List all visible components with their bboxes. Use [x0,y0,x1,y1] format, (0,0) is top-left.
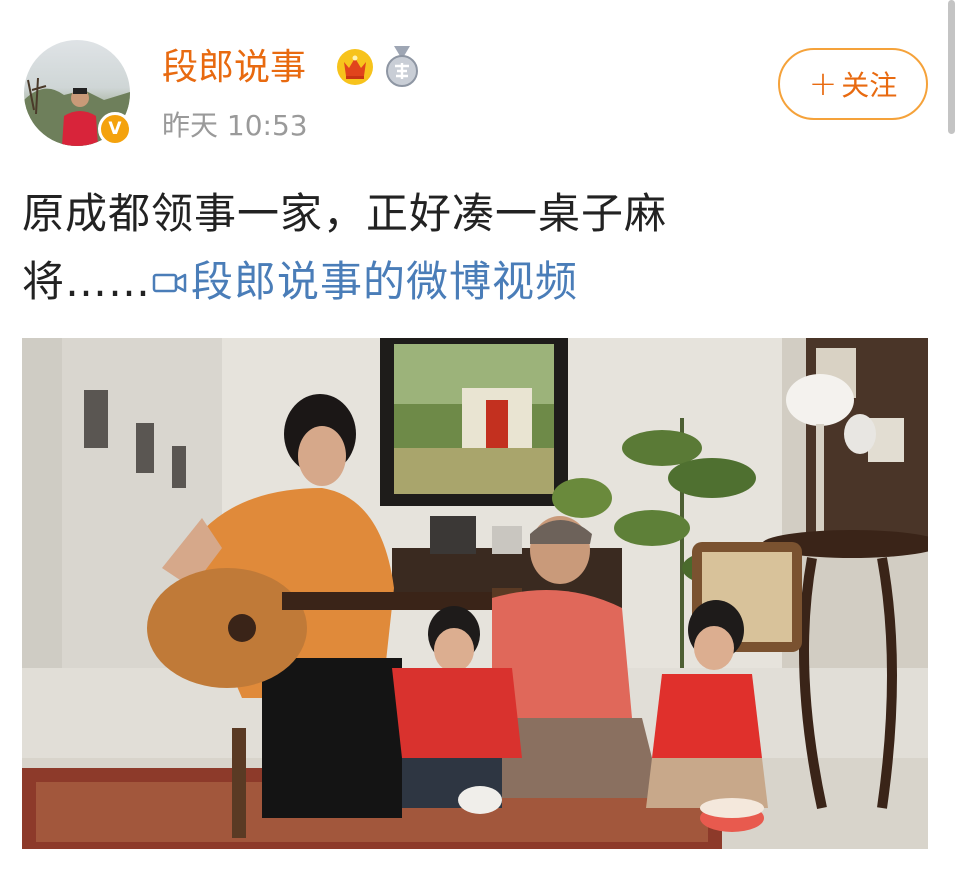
author-name[interactable]: 段郎说事 [162,46,306,90]
crown-icon[interactable] [336,48,374,86]
follow-button[interactable]: + 关注 [778,48,928,120]
post-text: 原成都领事一家，正好凑一桌子麻 将…… 段郎说事的微博视频 [22,180,922,316]
video-camera-icon [152,273,187,292]
post-time: 昨天 10:53 [162,109,308,142]
medal-icon[interactable] [384,46,420,88]
post-text-line-1: 原成都领事一家，正好凑一桌子麻 [22,189,668,238]
verified-badge: V [98,112,132,146]
plus-icon: + [808,64,838,104]
scrollbar[interactable] [948,0,955,134]
video-link-label: 段郎说事的微博视频 [191,257,579,306]
post-text-line-2: 将…… 段郎说事的微博视频 [22,248,922,316]
video-thumbnail[interactable] [22,338,928,849]
video-scene [22,338,928,849]
video-link[interactable]: 段郎说事的微博视频 [151,257,578,306]
post-text-ellipsis: 将…… [22,257,152,306]
follow-button-label: 关注 [841,69,898,102]
